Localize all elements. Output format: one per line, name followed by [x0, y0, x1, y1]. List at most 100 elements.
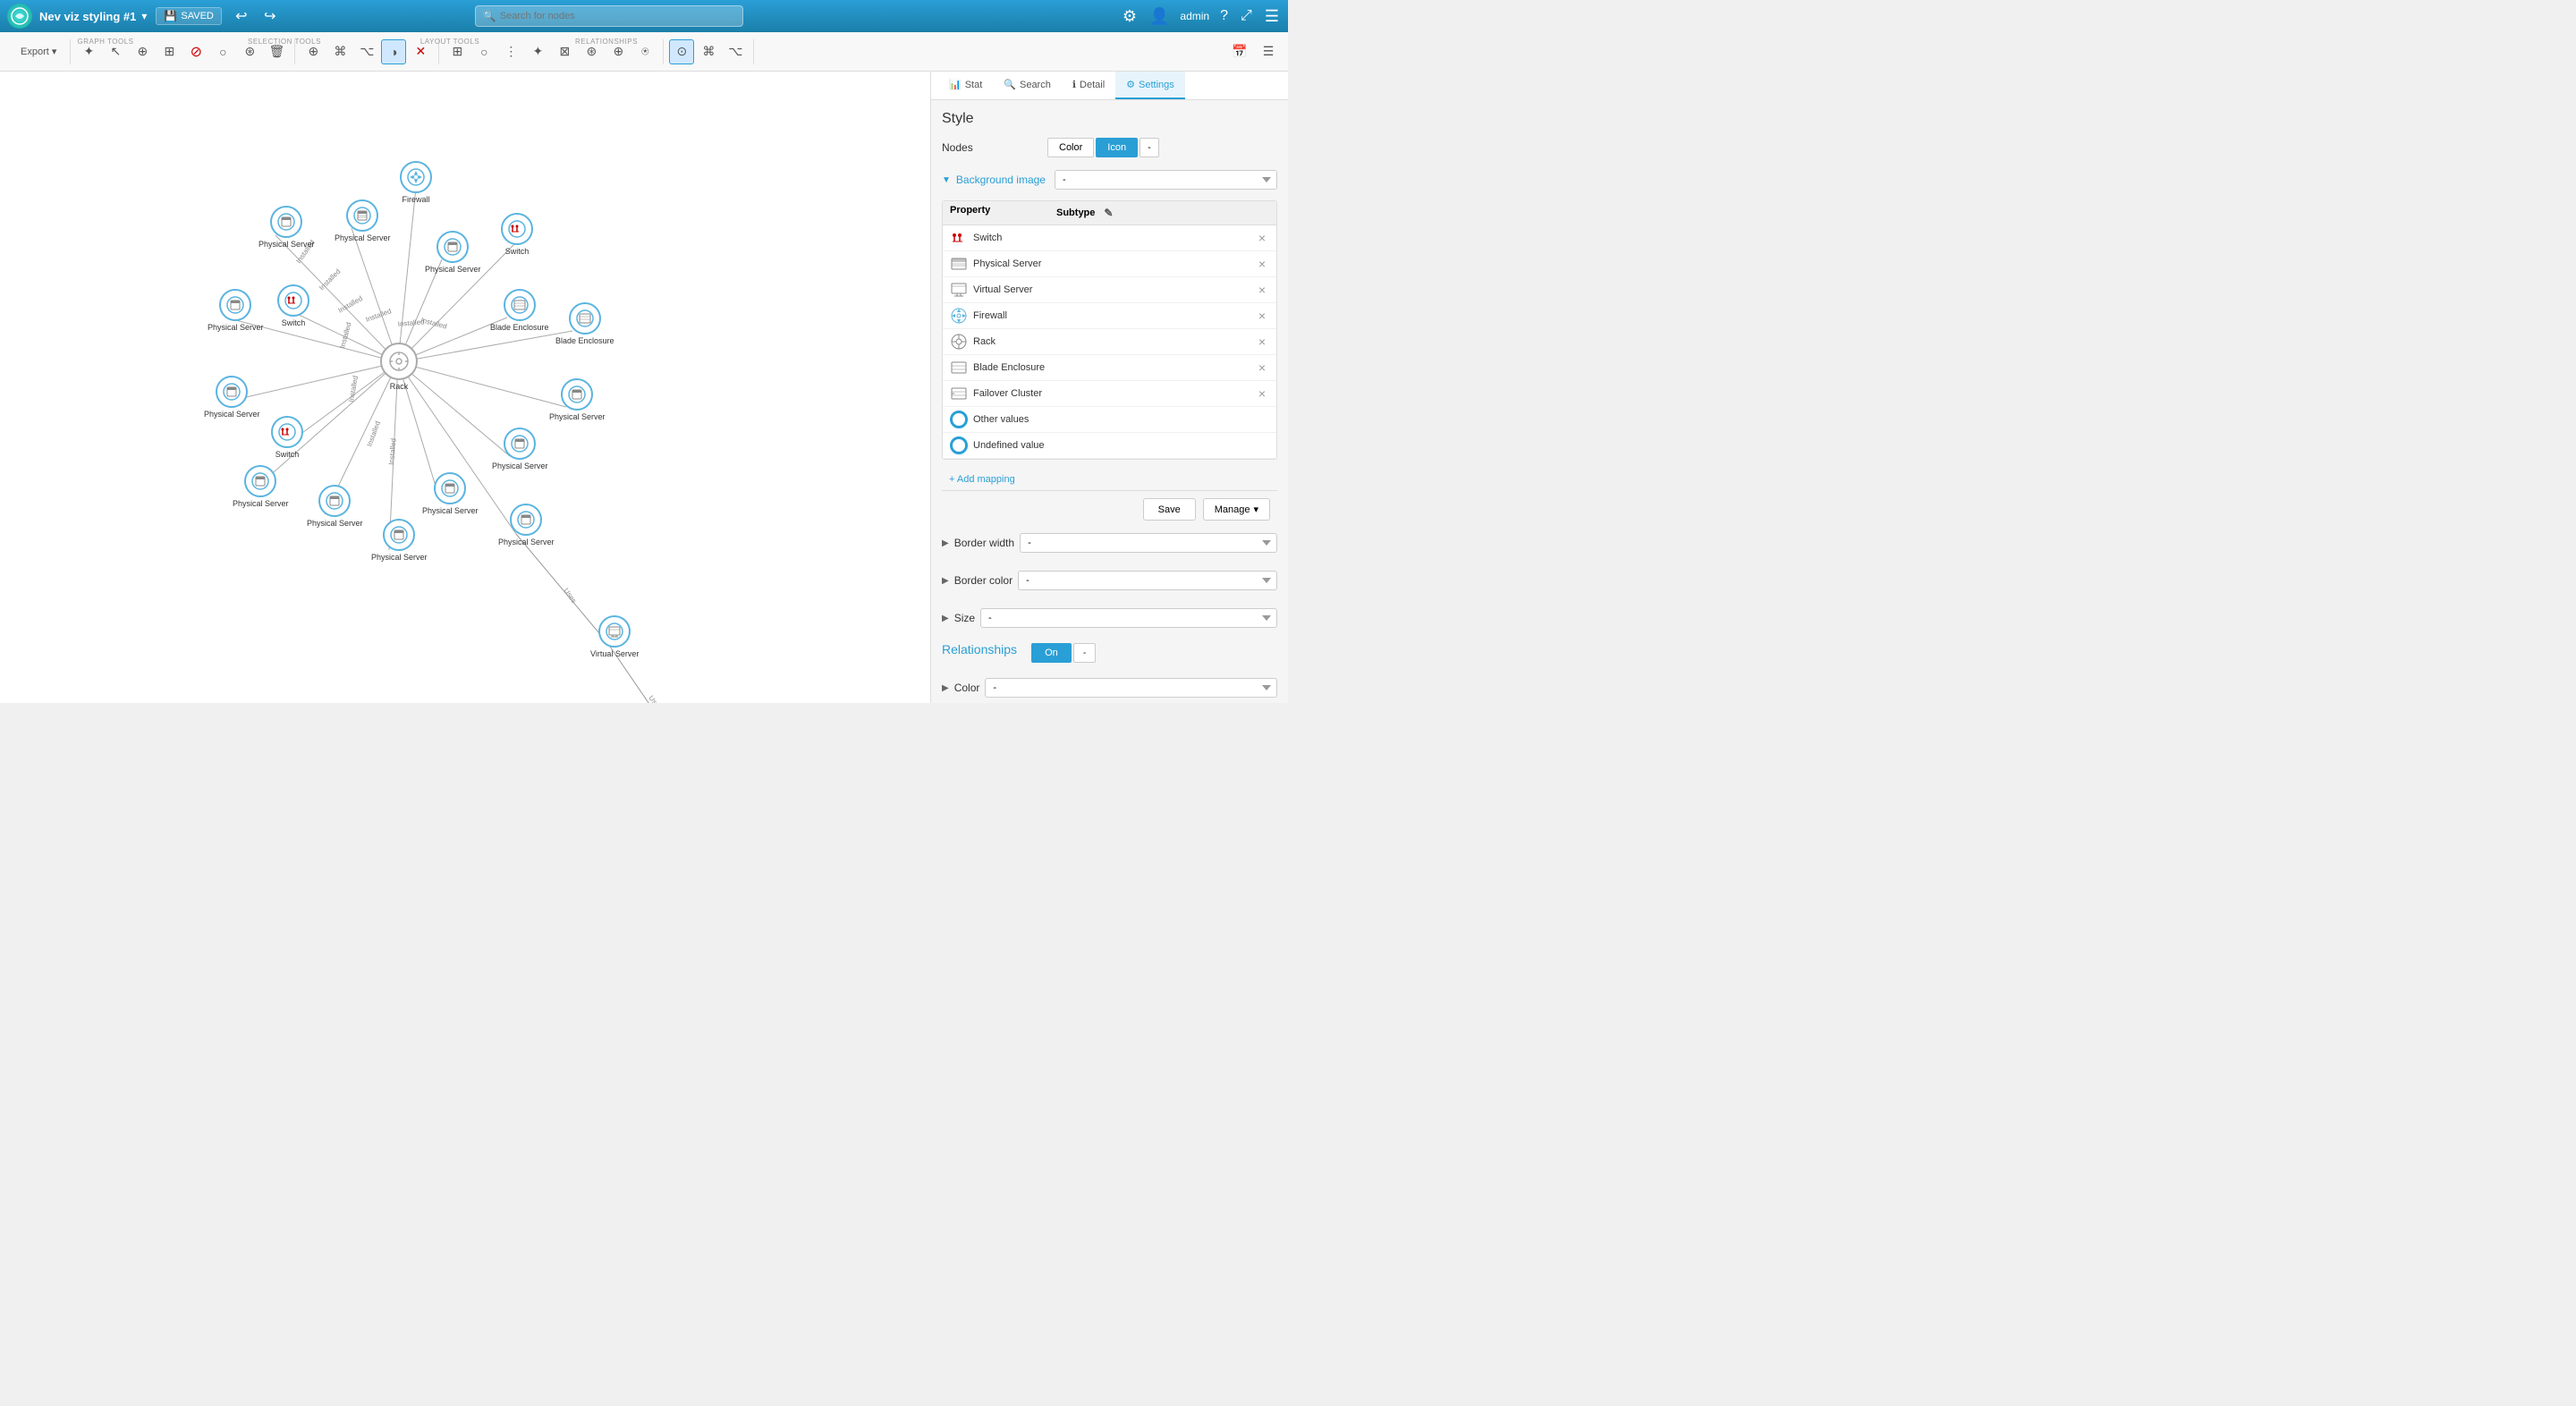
add-mapping-button[interactable]: + Add mapping — [942, 469, 1022, 490]
rel-color-select[interactable]: - — [985, 678, 1277, 698]
layout-grid[interactable]: ⊞ — [445, 39, 470, 64]
delete-tool[interactable]: 🗑 — [264, 39, 289, 64]
nodes-dash-button[interactable]: - — [1140, 138, 1159, 157]
fw-mapping-icon — [950, 307, 968, 325]
relationships-tools-group: ⊙ ⌘ ⌥ — [664, 39, 754, 64]
select-all[interactable]: ⊕ — [301, 39, 326, 64]
graph-area[interactable]: Installed Installed Installed Installed … — [0, 72, 930, 703]
export-button[interactable]: Export ▾ — [13, 39, 64, 64]
border-color-select[interactable]: - — [1018, 571, 1277, 590]
switch-remove-btn[interactable]: × — [1255, 231, 1269, 245]
manage-dropdown-icon: ▾ — [1253, 504, 1258, 515]
select-active[interactable]: ◑ — [381, 39, 406, 64]
manage-button[interactable]: Manage ▾ — [1203, 498, 1270, 521]
node-ps6[interactable]: Physical Server — [549, 378, 606, 421]
group-tool[interactable]: ⊞ — [157, 39, 182, 64]
layout-dots[interactable]: ⋮ — [498, 39, 523, 64]
node-sw3[interactable]: Switch — [271, 416, 303, 459]
size-header[interactable]: ▶ Size - — [942, 603, 1277, 633]
layout-tree[interactable]: ⊠ — [552, 39, 577, 64]
node-ps5[interactable]: Physical Server — [204, 376, 260, 419]
help-button[interactable]: ? — [1218, 6, 1230, 26]
layout-hub[interactable]: ✦ — [525, 39, 550, 64]
app-title-dropdown[interactable]: ▾ — [140, 8, 148, 24]
color-button[interactable]: Color — [1047, 138, 1094, 157]
saved-badge[interactable]: 💾 SAVED — [156, 7, 221, 25]
node-ps9[interactable]: Physical Server — [307, 485, 363, 528]
border-color-arrow: ▶ — [942, 576, 949, 586]
rel-path[interactable]: ⌘ — [696, 39, 721, 64]
relationships-on-button[interactable]: On — [1031, 643, 1072, 663]
node-ps10[interactable]: Physical Server — [422, 472, 479, 515]
tab-settings[interactable]: ⚙ Settings — [1115, 72, 1185, 99]
node-be2[interactable]: Blade Enclosure — [555, 302, 614, 345]
ps4-icon — [219, 289, 251, 321]
node-sw2[interactable]: Switch — [277, 284, 309, 327]
ps8-label: Physical Server — [233, 499, 289, 508]
redo-button[interactable]: ↪ — [258, 4, 283, 29]
user-icon[interactable]: 👤 — [1148, 5, 1171, 28]
fw-remove-btn[interactable]: × — [1255, 309, 1269, 323]
be-mapping-icon — [950, 359, 968, 377]
layout-force[interactable]: ⍟ — [632, 39, 657, 64]
relationships-dash-button[interactable]: - — [1073, 643, 1097, 663]
node-vs1[interactable]: Virtual Server — [590, 615, 639, 658]
block-tool[interactable]: ⊘ — [183, 39, 208, 64]
ps-remove-btn[interactable]: × — [1255, 257, 1269, 271]
list-button[interactable]: ☰ — [1256, 39, 1281, 64]
tab-search[interactable]: 🔍 Search — [993, 72, 1062, 99]
node-ps1[interactable]: Physical Server — [335, 199, 391, 242]
border-width-select[interactable]: - — [1020, 533, 1277, 553]
switch-mapping-icon — [950, 229, 968, 247]
select-tool[interactable]: ✦ — [76, 39, 101, 64]
fc-remove-btn[interactable]: × — [1255, 386, 1269, 401]
node-ps4[interactable]: Physical Server — [208, 289, 264, 332]
background-image-select[interactable]: - — [1055, 170, 1277, 190]
size-select[interactable]: - — [980, 608, 1277, 628]
tab-detail[interactable]: ℹ Detail — [1062, 72, 1115, 99]
edit-subtype-icon[interactable]: ✎ — [1098, 205, 1118, 221]
menu-button[interactable]: ☰ — [1263, 5, 1281, 28]
node-firewall[interactable]: Firewall — [400, 161, 432, 204]
search-input[interactable] — [500, 11, 679, 21]
node-ps2[interactable]: Physical Server — [258, 206, 315, 249]
icon-button[interactable]: Icon — [1096, 138, 1138, 157]
border-width-header[interactable]: ▶ Border width - — [942, 528, 1277, 558]
node-ps8[interactable]: Physical Server — [233, 465, 289, 508]
rel-link[interactable]: ⌥ — [723, 39, 748, 64]
rel-color-header[interactable]: ▶ Color - — [942, 673, 1277, 703]
border-color-header[interactable]: ▶ Border color - — [942, 565, 1277, 596]
layout-star[interactable]: ⊛ — [579, 39, 604, 64]
expand-tool[interactable]: ⊕ — [130, 39, 155, 64]
node-ps11[interactable]: Physical Server — [371, 519, 428, 562]
save-button[interactable]: Save — [1143, 498, 1196, 521]
select-connected[interactable]: ⌘ — [327, 39, 352, 64]
vs-remove-btn[interactable]: × — [1255, 283, 1269, 297]
undo-button[interactable]: ↩ — [229, 4, 254, 29]
be-remove-btn[interactable]: × — [1255, 360, 1269, 375]
timeline-button[interactable]: 📅 — [1227, 39, 1252, 64]
node-ps12[interactable]: Physical Server — [498, 504, 555, 546]
node-sw1[interactable]: Switch — [501, 213, 533, 256]
right-panel: 📊 Stat 🔍 Search ℹ Detail ⚙ Settings Styl… — [930, 72, 1288, 703]
rack-remove-btn[interactable]: × — [1255, 335, 1269, 349]
node-rack[interactable]: Rack — [380, 343, 418, 391]
settings-icon[interactable]: ⚙ — [1121, 5, 1139, 28]
deselect[interactable]: ✕ — [408, 39, 433, 64]
layout-radial[interactable]: ⊕ — [606, 39, 631, 64]
background-image-collapse[interactable]: ▼ Background image - — [942, 166, 1277, 193]
expand-button[interactable]: ⤢ — [1239, 6, 1254, 26]
pointer-tool[interactable]: ↖ — [103, 39, 128, 64]
rel-connected[interactable]: ⊙ — [669, 39, 694, 64]
pin-tool[interactable]: ⊛ — [237, 39, 262, 64]
select-path[interactable]: ⌥ — [354, 39, 379, 64]
layout-circle[interactable]: ○ — [471, 39, 496, 64]
tab-stat[interactable]: 📊 Stat — [938, 72, 993, 99]
node-be1[interactable]: Blade Enclosure — [490, 289, 549, 332]
node-ps3[interactable]: Physical Server — [425, 231, 481, 274]
node-ps7[interactable]: Physical Server — [492, 428, 548, 470]
rel-color-section: ▶ Color - — [942, 673, 1277, 703]
circle-tool[interactable]: ○ — [210, 39, 235, 64]
app-logo — [7, 4, 32, 29]
relationships-row: Relationships On - — [942, 642, 1277, 664]
